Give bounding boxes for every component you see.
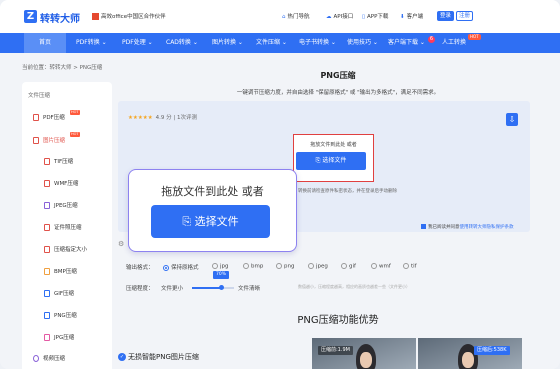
nav-client-download[interactable]: 客户端下载 ⌄ — [388, 33, 425, 53]
format-label: 输出格式： — [126, 265, 154, 271]
resize-icon — [44, 246, 50, 253]
format-option-keep[interactable]: 保持原格式 — [163, 263, 199, 271]
compression-hint: 数值越小，压缩程度越高，相应的画质也越差一些（文件更小） — [298, 284, 410, 289]
sidebar-item-wmf[interactable]: WMF压缩 — [44, 179, 78, 187]
file-icon — [44, 158, 50, 165]
degree-label: 压缩程度： — [126, 286, 154, 292]
sidebar-item-png[interactable]: PNG压缩 — [44, 311, 77, 319]
agree-checkbox[interactable]: 我已阅读并同意使用转转大师隐私保护条款 — [421, 224, 514, 230]
file-icon — [44, 334, 50, 341]
partner-text: 高效office中国区合作伙伴 — [101, 14, 166, 20]
privacy-link[interactable]: 使用转转大师隐私保护条款 — [460, 225, 514, 230]
slider-handle[interactable] — [218, 285, 224, 290]
image-icon — [33, 137, 39, 144]
hot-badge: HOT — [468, 34, 481, 40]
home-icon: ⌂ — [282, 14, 286, 20]
nav-tips[interactable]: 使用技巧 ⌄ — [347, 33, 378, 53]
hot-badge: HOT — [70, 132, 80, 137]
top-link-app[interactable]: ▯ APP下载 — [362, 12, 388, 20]
nav-home[interactable]: 首页 — [24, 33, 66, 53]
sidebar-item-jpeg[interactable]: JPEG压缩 — [44, 201, 78, 209]
main-nav: 首页 PDF转换 ⌄ PDF处理 ⌄ CAD转换 ⌄ 图片转换 ⌄ 文件压缩 ⌄… — [0, 33, 560, 53]
before-label: 压缩前:1.9M — [318, 346, 353, 355]
sidebar-item-jpg[interactable]: JPG压缩 — [44, 333, 74, 341]
drop-text: 拖放文件到此处 或者 — [310, 142, 357, 148]
office-icon — [92, 13, 99, 20]
top-link-client[interactable]: ⬇ 客户端 — [400, 12, 423, 20]
logo-icon[interactable]: Z — [24, 10, 37, 23]
format-option-bmp[interactable]: bmp — [243, 263, 263, 270]
register-button[interactable]: 注册 — [456, 11, 473, 21]
slider-max-label: 文件清晰 — [238, 286, 261, 292]
format-option-png[interactable]: png — [276, 263, 294, 270]
partner-badge: 高效office中国区合作伙伴 — [92, 12, 166, 20]
star-icon: ★★★★★ — [128, 115, 153, 121]
app-window: Z 转转大师 高效office中国区合作伙伴 ⌂ 热门导航 ☁ API接口 ▯ APP… — [0, 0, 560, 369]
sidebar-item-gif[interactable]: GIF压缩 — [44, 289, 74, 297]
page-subtitle: 一键调节压缩力度，并自由选择 "保留原格式" 或 "输出为多格式"，满足不同需求… — [236, 90, 440, 96]
advantages-title: PNG压缩功能优势 — [297, 315, 379, 326]
after-label: 压缩后:538K — [474, 346, 510, 355]
sidebar-item-pdf[interactable]: PDF压缩 — [33, 113, 65, 121]
file-icon — [44, 180, 50, 187]
sidebar-heading: 文件压缩 — [28, 93, 51, 99]
top-header: Z 转转大师 高效office中国区合作伙伴 ⌂ 热门导航 ☁ API接口 ▯ APP… — [0, 0, 560, 33]
format-option-jpeg[interactable]: jpeg — [308, 263, 328, 270]
login-button[interactable]: 登录 — [437, 11, 454, 21]
slider-value: 70% — [213, 271, 229, 279]
slider-min-label: 文件更小 — [161, 286, 184, 292]
compression-slider[interactable] — [192, 285, 234, 290]
hot-badge: HOT — [70, 110, 80, 115]
cloud-icon: ☁ — [326, 14, 332, 20]
check-icon: ✓ — [118, 353, 126, 361]
feature-item: ✓ 无损智能PNG图片压缩 — [118, 353, 199, 361]
file-icon — [44, 268, 50, 275]
upload-icon[interactable]: ⇩ — [506, 113, 518, 126]
phone-icon: ▯ — [362, 14, 366, 20]
format-option-gif[interactable]: gif — [341, 263, 356, 270]
file-icon — [44, 312, 50, 319]
notification-badge: 6 — [428, 36, 435, 43]
video-icon — [33, 355, 39, 362]
breadcrumb: 当前位置：转转大师 > PNG压缩 — [22, 65, 103, 71]
nav-cad-convert[interactable]: CAD转换 ⌄ — [166, 33, 198, 53]
file-icon — [33, 114, 39, 121]
logo-text[interactable]: 转转大师 — [40, 10, 80, 25]
file-icon — [44, 202, 50, 209]
download-icon: ⬇ — [400, 14, 405, 20]
nav-pdf-process[interactable]: PDF处理 ⌄ — [122, 33, 153, 53]
tooltip-text: 拖放文件到此处 或者 — [161, 185, 264, 198]
nav-pdf-convert[interactable]: PDF转换 ⌄ — [76, 33, 107, 53]
checkbox-icon[interactable] — [421, 224, 426, 229]
page-title: PNG压缩 — [320, 71, 356, 80]
gear-icon: ⚙ — [118, 240, 125, 248]
file-add-icon: ⎘ — [182, 215, 195, 228]
sidebar-item-tif[interactable]: TIF压缩 — [44, 157, 73, 165]
format-option-wmf[interactable]: wmf — [371, 263, 391, 270]
file-icon — [44, 290, 50, 297]
rating: ★★★★★ 4.9 分 | 1次评测 — [128, 115, 198, 121]
sidebar-item-id-photo[interactable]: 证件照压缩 — [44, 223, 82, 231]
choose-file-button[interactable]: ⎘ 选择文件 — [296, 152, 366, 170]
top-link-api[interactable]: ☁ API接口 — [326, 12, 353, 20]
sidebar-item-image[interactable]: 图片压缩 — [33, 136, 65, 144]
privacy-note: 转换前请检查原件私密状态，并在登录后手动删除 — [298, 189, 397, 194]
format-option-tif[interactable]: tif — [403, 263, 417, 270]
slider-fill — [192, 287, 222, 289]
sidebar-item-size[interactable]: 压缩指定大小 — [44, 245, 87, 253]
nav-image-convert[interactable]: 图片转换 ⌄ — [212, 33, 243, 53]
tooltip-choose-file-button[interactable]: ⎘ 选择文件 — [151, 205, 270, 238]
format-option-jpg[interactable]: jpg — [212, 263, 229, 270]
nav-ebook-convert[interactable]: 电子书转换 ⌄ — [299, 33, 336, 53]
sidebar-item-video[interactable]: 视频压缩 — [33, 354, 65, 362]
sidebar-item-bmp[interactable]: BMP压缩 — [44, 267, 77, 275]
id-card-icon — [44, 224, 50, 231]
nav-manual-convert[interactable]: 人工转换 — [442, 33, 466, 53]
nav-file-compress[interactable]: 文件压缩 ⌄ — [256, 33, 287, 53]
top-link-nav[interactable]: ⌂ 热门导航 — [282, 12, 310, 20]
